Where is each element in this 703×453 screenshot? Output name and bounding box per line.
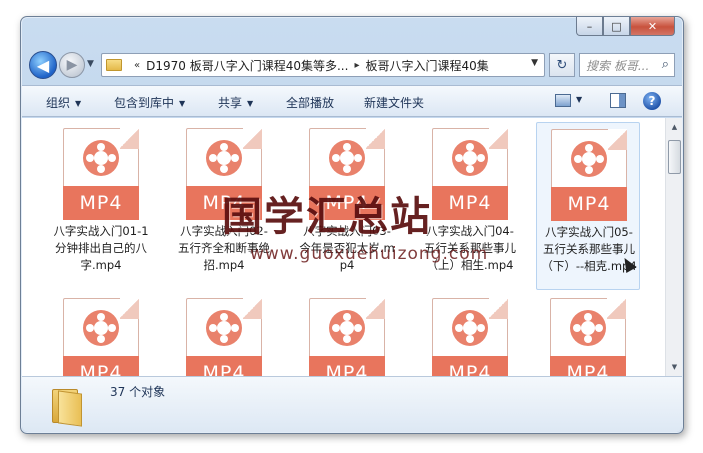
- file-type-badge: MP4: [432, 186, 508, 220]
- back-button[interactable]: ◀: [29, 51, 57, 79]
- breadcrumb-separator[interactable]: ▸: [354, 60, 359, 71]
- file-name: 八字实战入门01-1分钟排出自己的八字.mp4: [53, 224, 149, 272]
- scroll-up-icon[interactable]: ▲: [668, 120, 681, 134]
- file-item[interactable]: MP4: [418, 292, 522, 376]
- close-button[interactable]: ✕: [630, 17, 675, 36]
- film-reel-icon: [452, 310, 488, 346]
- film-reel-icon: [571, 141, 607, 177]
- film-reel-icon: [83, 310, 119, 346]
- film-reel-icon: [329, 140, 365, 176]
- navigation-bar: ◀ ▶ ▼ « D1970 板哥八字入门课程40集等多... ▸ 板哥八字入门课…: [29, 49, 675, 79]
- file-item[interactable]: MP4 八字实战入门01-1分钟排出自己的八字.mp4: [49, 122, 153, 290]
- file-item[interactable]: MP4: [295, 292, 399, 376]
- preview-pane-icon[interactable]: [610, 93, 626, 108]
- film-reel-icon: [329, 310, 365, 346]
- refresh-button[interactable]: ↻: [549, 53, 575, 77]
- recent-pages-dropdown[interactable]: ▼: [87, 59, 94, 69]
- caption-buttons: – □ ✕: [576, 17, 675, 36]
- breadcrumb-overflow[interactable]: «: [134, 60, 140, 71]
- breadcrumb-item-current[interactable]: 板哥八字入门课程40集: [365, 57, 488, 74]
- maximize-button[interactable]: □: [603, 17, 630, 36]
- page-fold: [366, 298, 385, 319]
- file-item[interactable]: MP4 八字实战入门04-五行关系那些事儿（上）相生.mp4: [418, 122, 522, 290]
- file-type-badge: MP4: [309, 356, 385, 376]
- file-item[interactable]: MP4: [49, 292, 153, 376]
- item-count: 37 个对象: [110, 385, 166, 399]
- play-all-button[interactable]: 全部播放: [286, 94, 334, 111]
- film-reel-icon: [570, 310, 606, 346]
- chevron-down-icon: ▼: [179, 99, 186, 108]
- minimize-button[interactable]: –: [576, 17, 603, 36]
- file-type-badge: MP4: [63, 356, 139, 376]
- forward-button[interactable]: ▶: [59, 52, 85, 78]
- file-type-badge: MP4: [63, 186, 139, 220]
- include-in-library-button[interactable]: 包含到库中 ▼: [114, 94, 185, 111]
- file-type-badge: MP4: [550, 356, 626, 376]
- file-item[interactable]: MP4: [536, 292, 640, 376]
- chevron-down-icon[interactable]: ▼: [531, 58, 538, 68]
- file-item[interactable]: MP4: [172, 292, 276, 376]
- change-view-icon[interactable]: [555, 94, 571, 107]
- file-type-badge: MP4: [432, 356, 508, 376]
- film-reel-icon: [452, 140, 488, 176]
- breadcrumb-item-parent[interactable]: D1970 板哥八字入门课程40集等多...: [146, 57, 348, 74]
- scroll-thumb[interactable]: [668, 140, 681, 174]
- page-fold: [120, 298, 139, 319]
- watermark-title: 国学汇总站: [222, 194, 432, 240]
- page-fold: [608, 129, 627, 150]
- page-fold: [489, 128, 508, 149]
- vertical-scrollbar[interactable]: ▲ ▼: [665, 118, 682, 376]
- file-type-badge: MP4: [551, 187, 627, 221]
- new-folder-button[interactable]: 新建文件夹: [364, 94, 424, 111]
- address-bar[interactable]: « D1970 板哥八字入门课程40集等多... ▸ 板哥八字入门课程40集 ▼: [101, 53, 545, 77]
- folder-icon: [52, 389, 82, 427]
- search-input[interactable]: 搜索 板哥... ⌕: [579, 53, 675, 77]
- chevron-down-icon[interactable]: ▼: [576, 95, 582, 104]
- chevron-down-icon: ▼: [247, 99, 254, 108]
- search-placeholder: 搜索 板哥...: [586, 58, 650, 73]
- page-fold: [366, 128, 385, 149]
- folder-front: [58, 390, 82, 427]
- search-icon[interactable]: ⌕: [662, 57, 669, 72]
- film-reel-icon: [83, 140, 119, 176]
- refresh-icon: ↻: [556, 57, 568, 73]
- arrow-right-icon: ▶: [66, 57, 78, 73]
- share-button[interactable]: 共享 ▼: [218, 94, 253, 111]
- organize-button[interactable]: 组织 ▼: [46, 94, 81, 111]
- scroll-down-icon[interactable]: ▼: [668, 360, 681, 374]
- arrow-left-icon: ◀: [36, 55, 50, 75]
- page-fold: [489, 298, 508, 319]
- help-icon[interactable]: ?: [643, 92, 661, 110]
- details-pane: 37 个对象: [22, 376, 682, 432]
- command-bar: 组织 ▼ 包含到库中 ▼ 共享 ▼ 全部播放 新建文件夹 ▼ ?: [22, 85, 682, 117]
- file-type-badge: MP4: [186, 356, 262, 376]
- page-fold: [243, 128, 262, 149]
- page-fold: [243, 298, 262, 319]
- film-reel-icon: [206, 140, 242, 176]
- page-fold: [607, 298, 626, 319]
- watermark-url: www.guoxuehuizong.com: [250, 244, 489, 264]
- film-reel-icon: [206, 310, 242, 346]
- chevron-down-icon: ▼: [75, 99, 82, 108]
- page-fold: [120, 128, 139, 149]
- folder-icon: [106, 59, 122, 71]
